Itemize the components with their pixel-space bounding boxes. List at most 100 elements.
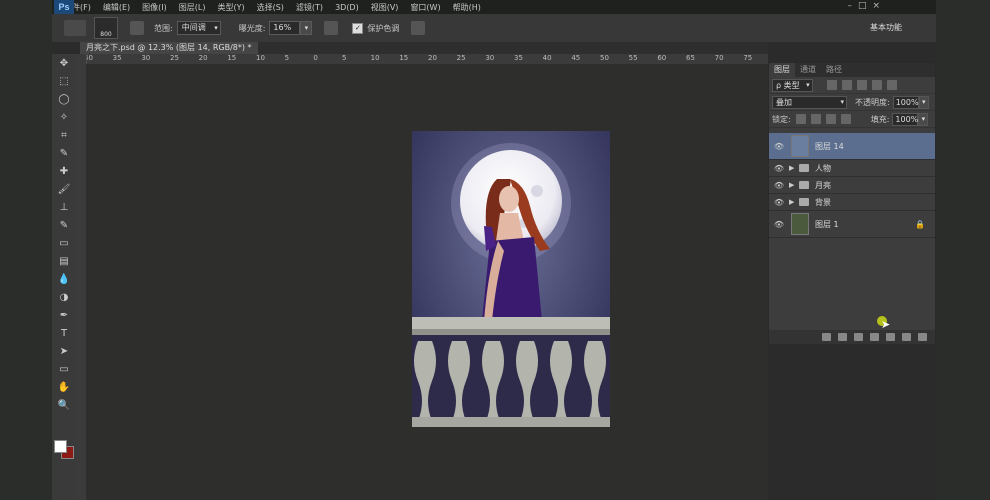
expand-arrow-icon[interactable]: ▶ [789, 164, 799, 172]
visibility-eye-icon[interactable]: 👁 [769, 164, 789, 173]
brush-icon[interactable]: 🖌 [52, 180, 76, 198]
ruler-tick-label: 30 [141, 54, 151, 62]
layer-row-14[interactable]: 👁 图层 14 [769, 133, 935, 160]
document-tab[interactable]: 月亮之下.psd @ 12.3% (图层 14, RGB/8*) * [80, 42, 258, 54]
visibility-eye-icon[interactable]: 👁 [769, 198, 789, 207]
menu-3d[interactable]: 3D(D) [335, 3, 359, 12]
opacity-dropdown[interactable]: ▾ [918, 95, 929, 109]
filter-shape-icon[interactable] [871, 80, 882, 90]
ruler-tick-label: 40 [542, 54, 552, 62]
crop-icon[interactable]: ⌗ [52, 126, 76, 144]
visibility-eye-icon[interactable]: 👁 [769, 142, 789, 151]
type-icon[interactable]: T [52, 324, 76, 342]
marquee-icon[interactable]: ⬚ [52, 72, 76, 90]
foreground-color-swatch[interactable] [54, 440, 67, 453]
ruler-tick-label: 50 [600, 54, 609, 62]
group-row-person[interactable]: 👁 ▶ 人物 [769, 160, 935, 177]
hand-icon[interactable]: ✋ [52, 378, 76, 396]
blend-mode-select[interactable]: 叠加 [772, 95, 847, 109]
visibility-eye-icon[interactable]: 👁 [769, 181, 789, 190]
menu-window[interactable]: 窗口(W) [410, 2, 440, 13]
options-bar: 800 范围: 中间调 曝光度: 16% ▾ ✓ 保护色调 [52, 14, 936, 42]
lock-pixels-icon[interactable] [810, 114, 821, 124]
menu-help[interactable]: 帮助(H) [453, 2, 481, 13]
menu-edit[interactable]: 编辑(E) [103, 2, 130, 13]
healing-icon[interactable]: ✚ [52, 162, 76, 180]
zoom-icon[interactable]: 🔍 [52, 396, 76, 414]
photoshop-logo: Ps [54, 0, 74, 14]
link-layers-icon[interactable] [822, 333, 831, 341]
opacity-input[interactable]: 100% [892, 95, 919, 109]
range-select[interactable]: 中间调 [176, 21, 221, 35]
add-mask-icon[interactable] [854, 333, 863, 341]
eyedropper-icon[interactable]: ✎ [52, 144, 76, 162]
expand-arrow-icon[interactable]: ▶ [789, 181, 799, 189]
brush-panel-icon[interactable] [130, 21, 144, 35]
filter-pixel-icon[interactable] [826, 80, 837, 90]
menu-layer[interactable]: 图层(L) [179, 2, 206, 13]
stamp-icon[interactable]: ⊥ [52, 198, 76, 216]
visibility-eye-icon[interactable]: 👁 [769, 220, 789, 229]
ruler-tick-label: 20 [428, 54, 437, 62]
brush-size-picker[interactable]: 800 [94, 17, 118, 39]
minimize-button[interactable]: – [847, 1, 852, 11]
expand-arrow-icon[interactable]: ▶ [789, 198, 799, 206]
pen-icon[interactable]: ✒ [52, 306, 76, 324]
magic-wand-icon[interactable]: ✧ [52, 108, 76, 126]
shape-icon[interactable]: ▭ [52, 360, 76, 378]
ruler-tick-label: 65 [686, 54, 695, 62]
close-button[interactable]: × [872, 1, 880, 11]
filter-adjustment-icon[interactable] [841, 80, 852, 90]
fill-input[interactable]: 100% [892, 112, 919, 126]
dodge-icon[interactable]: ◑ [52, 288, 76, 306]
layer-name: 图层 1 [815, 219, 839, 229]
new-group-icon[interactable] [886, 333, 895, 341]
tool-preset-picker[interactable] [64, 20, 86, 36]
tab-layers[interactable]: 图层 [769, 63, 795, 77]
new-layer-icon[interactable] [902, 333, 911, 341]
lock-position-icon[interactable] [825, 114, 836, 124]
adjustment-layer-icon[interactable] [870, 333, 879, 341]
document-canvas[interactable] [412, 131, 610, 427]
lock-icon: 🔒 [915, 219, 925, 229]
tab-channels[interactable]: 通道 [795, 63, 821, 77]
ruler-tick-label: 5 [284, 54, 290, 62]
color-swatches[interactable] [54, 436, 74, 459]
blur-icon[interactable]: 💧 [52, 270, 76, 288]
eraser-icon[interactable]: ▭ [52, 234, 76, 252]
pressure-icon[interactable] [411, 21, 426, 35]
gradient-icon[interactable]: ▤ [52, 252, 76, 270]
menu-image[interactable]: 图像(I) [142, 2, 167, 13]
lock-all-icon[interactable] [840, 114, 851, 124]
protect-tones-checkbox[interactable]: ✓ [352, 22, 364, 34]
layer-filter-select[interactable]: ρ 类型 [772, 78, 813, 92]
layer-list: 👁 图层 14 👁 ▶ 人物 👁 ▶ 月亮 👁 ▶ 背景 👁 图层 1 🔒 [769, 133, 935, 238]
menu-type[interactable]: 类型(Y) [217, 2, 244, 13]
filter-type-icon[interactable] [856, 80, 867, 90]
menu-filter[interactable]: 滤镜(T) [296, 2, 323, 13]
move-icon[interactable]: ✥ [52, 54, 76, 72]
history-brush-icon[interactable]: ✎ [52, 216, 76, 234]
workspace-switcher[interactable]: 基本功能 [870, 22, 902, 33]
menu-select[interactable]: 选择(S) [257, 2, 284, 13]
group-row-background[interactable]: 👁 ▶ 背景 [769, 194, 935, 211]
filter-smart-object-icon[interactable] [886, 80, 897, 90]
lasso-icon[interactable]: ◯ [52, 90, 76, 108]
path-select-icon[interactable]: ➤ [52, 342, 76, 360]
exposure-input[interactable]: 16% [269, 21, 301, 35]
menu-view[interactable]: 视图(V) [371, 2, 399, 13]
layer-style-icon[interactable] [838, 333, 847, 341]
group-row-moon[interactable]: 👁 ▶ 月亮 [769, 177, 935, 194]
ruler-tick-label: 15 [227, 54, 237, 62]
lock-transparent-icon[interactable] [795, 114, 806, 124]
tab-paths[interactable]: 路径 [821, 63, 847, 77]
document-tab-bar: 月亮之下.psd @ 12.3% (图层 14, RGB/8*) * [80, 42, 768, 54]
layer-row-1[interactable]: 👁 图层 1 🔒 [769, 211, 935, 238]
layers-panel: 图层 通道 路径 ρ 类型 叠加 不透明度: 100% ▾ 锁定: 填充: 10… [768, 62, 936, 345]
exposure-dropdown[interactable]: ▾ [300, 21, 313, 35]
fill-dropdown[interactable]: ▾ [918, 112, 929, 126]
maximize-button[interactable]: □ [858, 1, 867, 11]
canvas-artwork [412, 131, 610, 427]
airbrush-icon[interactable] [324, 21, 339, 35]
delete-layer-icon[interactable] [918, 333, 927, 341]
